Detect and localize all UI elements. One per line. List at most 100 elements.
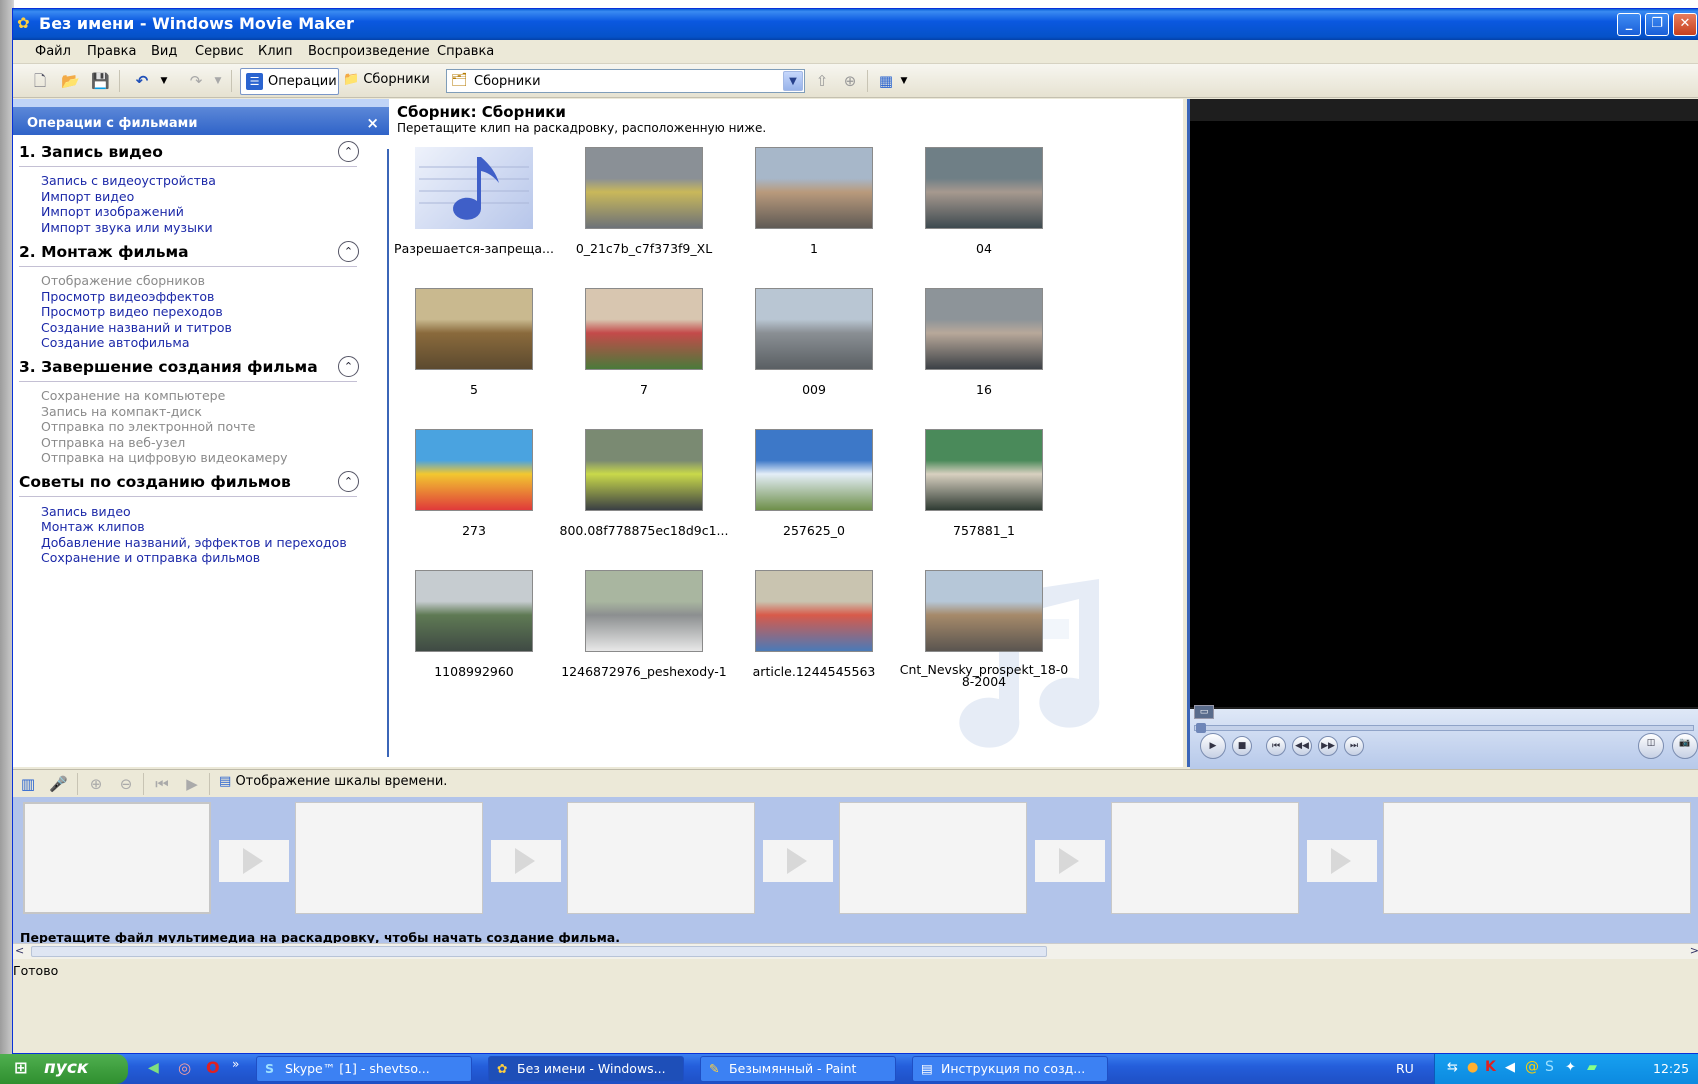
tray-app-icon[interactable]: ✦ bbox=[1565, 1060, 1576, 1075]
tray-cloud-icon[interactable]: ● bbox=[1467, 1060, 1478, 1075]
clip-thumbnail[interactable] bbox=[585, 570, 703, 652]
transition-slot[interactable] bbox=[491, 840, 561, 882]
menu-view[interactable]: Вид bbox=[151, 44, 177, 59]
storyboard-slot[interactable] bbox=[1383, 802, 1691, 914]
clip-thumbnail[interactable] bbox=[415, 429, 533, 511]
close-button[interactable]: ✕ bbox=[1673, 13, 1697, 36]
tray-skype-icon[interactable]: S bbox=[1545, 1059, 1554, 1075]
minimize-button[interactable]: _ bbox=[1617, 13, 1641, 36]
language-indicator[interactable]: RU bbox=[1396, 1061, 1414, 1076]
tray-kaspersky-icon[interactable]: K bbox=[1485, 1059, 1496, 1075]
storyboard-slot[interactable] bbox=[839, 802, 1027, 914]
narrate-icon[interactable]: 🎤 bbox=[49, 775, 68, 793]
audio-clip-thumbnail[interactable] bbox=[415, 147, 533, 229]
start-button[interactable]: ⊞ пуск bbox=[0, 1054, 128, 1084]
tray-battery-icon[interactable]: ▰ bbox=[1587, 1060, 1597, 1075]
link-capture-from-device[interactable]: Запись с видеоустройства bbox=[41, 173, 216, 188]
taskbar-movie-maker[interactable]: ✿ Без имени - Windows... bbox=[488, 1056, 684, 1082]
link-make-titles[interactable]: Создание названий и титров bbox=[41, 320, 232, 335]
views-dropdown-icon[interactable]: ▼ bbox=[895, 72, 913, 90]
clip-thumbnail[interactable] bbox=[585, 147, 703, 229]
tray-volume-icon[interactable]: ◀ bbox=[1505, 1060, 1515, 1075]
link-view-transitions[interactable]: Просмотр видео переходов bbox=[41, 304, 223, 319]
clip-thumbnail[interactable] bbox=[925, 429, 1043, 511]
forward-icon[interactable]: ▶▶ bbox=[1318, 736, 1338, 756]
split-clip-icon[interactable]: ◫ bbox=[1638, 733, 1664, 759]
clip-thumbnail[interactable] bbox=[925, 288, 1043, 370]
restore-button[interactable]: ❐ bbox=[1645, 13, 1669, 36]
transition-slot[interactable] bbox=[1307, 840, 1377, 882]
clip-thumbnail[interactable] bbox=[755, 570, 873, 652]
set-audio-levels-icon[interactable]: ▥ bbox=[19, 775, 37, 793]
undo-icon[interactable]: ↶ bbox=[133, 72, 151, 90]
link-tip-save-send[interactable]: Сохранение и отправка фильмов bbox=[41, 550, 260, 565]
collapse-icon[interactable]: ⌃ bbox=[338, 241, 359, 262]
new-project-icon[interactable]: 🗋 bbox=[31, 72, 49, 90]
tray-network-icon[interactable]: ⇆ bbox=[1447, 1060, 1458, 1075]
clip-thumbnail[interactable] bbox=[925, 147, 1043, 229]
link-tip-add-titles[interactable]: Добавление названий, эффектов и переходо… bbox=[41, 535, 347, 550]
menu-file[interactable]: Файл bbox=[35, 44, 71, 59]
rewind-storyboard-icon[interactable]: ⏮ bbox=[153, 775, 171, 793]
take-picture-icon[interactable]: 📷 bbox=[1672, 733, 1698, 759]
storyboard-slot[interactable] bbox=[567, 802, 755, 914]
section-movie-tips[interactable]: Советы по созданию фильмов ⌃ bbox=[19, 471, 359, 497]
clip-thumbnail[interactable] bbox=[755, 147, 873, 229]
quicklaunch-more-icon[interactable]: » bbox=[232, 1057, 239, 1071]
collection-up-icon[interactable]: ⇧ bbox=[813, 72, 831, 90]
menu-tools[interactable]: Сервис bbox=[195, 44, 244, 59]
next-frame-icon[interactable]: ⏭ bbox=[1344, 736, 1364, 756]
stop-icon[interactable]: ■ bbox=[1232, 736, 1252, 756]
views-icon[interactable]: ▦ bbox=[877, 72, 895, 90]
operations-button[interactable]: ☰ Операции bbox=[240, 68, 339, 95]
section-finish-movie[interactable]: 3. Завершение создания фильма ⌃ bbox=[19, 356, 359, 382]
close-pane-icon[interactable]: × bbox=[366, 114, 379, 132]
clip-thumbnail[interactable] bbox=[925, 570, 1043, 652]
new-collection-icon[interactable]: ⊕ bbox=[841, 72, 859, 90]
storyboard-slot[interactable] bbox=[23, 802, 211, 914]
taskbar-word[interactable]: ▤ Инструкция по созд... bbox=[912, 1056, 1108, 1082]
quicklaunch-opera-icon[interactable]: O bbox=[206, 1058, 220, 1077]
title-bar[interactable]: ✿ Без имени - Windows Movie Maker _ ❐ ✕ bbox=[13, 9, 1698, 40]
taskbar-paint[interactable]: ✎ Безымянный - Paint bbox=[700, 1056, 896, 1082]
clip-thumbnail[interactable] bbox=[585, 429, 703, 511]
storyboard-scrollbar[interactable]: < > bbox=[13, 943, 1698, 959]
storyboard-slot[interactable] bbox=[1111, 802, 1299, 914]
clip-thumbnail[interactable] bbox=[585, 288, 703, 370]
clip-thumbnail[interactable] bbox=[755, 429, 873, 511]
previous-frame-icon[interactable]: ⏮ bbox=[1266, 736, 1286, 756]
link-make-automovie[interactable]: Создание автофильма bbox=[41, 335, 190, 350]
menu-playback[interactable]: Воспроизведение bbox=[308, 44, 430, 59]
transition-slot[interactable] bbox=[1035, 840, 1105, 882]
zoom-in-icon[interactable]: ⊕ bbox=[87, 775, 105, 793]
section-capture-video[interactable]: 1. Запись видео ⌃ bbox=[19, 141, 359, 167]
clip-thumbnail[interactable] bbox=[415, 570, 533, 652]
collection-select[interactable]: 🗂 Сборники ▼ bbox=[446, 69, 805, 93]
link-import-video[interactable]: Импорт видео bbox=[41, 189, 134, 204]
quicklaunch-utorrent-icon[interactable]: ◀ bbox=[148, 1060, 159, 1076]
link-tip-capture-video[interactable]: Запись видео bbox=[41, 504, 131, 519]
rewind-icon[interactable]: ◀◀ bbox=[1292, 736, 1312, 756]
chevron-down-icon[interactable]: ▼ bbox=[783, 71, 803, 91]
split-screen-icon[interactable]: ▭ bbox=[1194, 705, 1214, 719]
taskbar-skype[interactable]: S Skype™ [1] - shevtso... bbox=[256, 1056, 472, 1082]
play-icon[interactable]: ▶ bbox=[1200, 733, 1226, 759]
transition-slot[interactable] bbox=[763, 840, 833, 882]
collapse-icon[interactable]: ⌃ bbox=[338, 141, 359, 162]
clip-thumbnail[interactable] bbox=[415, 288, 533, 370]
link-import-pictures[interactable]: Импорт изображений bbox=[41, 204, 184, 219]
menu-edit[interactable]: Правка bbox=[87, 44, 136, 59]
seek-thumb[interactable] bbox=[1196, 723, 1206, 733]
collections-button[interactable]: 📁 Сборники bbox=[343, 72, 430, 87]
seek-bar[interactable] bbox=[1194, 725, 1694, 731]
redo-icon[interactable]: ↷ bbox=[187, 72, 205, 90]
collapse-icon[interactable]: ⌃ bbox=[338, 356, 359, 377]
transition-slot[interactable] bbox=[219, 840, 289, 882]
scroll-right-icon[interactable]: > bbox=[1690, 944, 1698, 957]
section-edit-movie[interactable]: 2. Монтаж фильма ⌃ bbox=[19, 241, 359, 267]
redo-dropdown-icon[interactable]: ▼ bbox=[209, 72, 227, 90]
scroll-thumb[interactable] bbox=[31, 946, 1047, 957]
undo-dropdown-icon[interactable]: ▼ bbox=[155, 72, 173, 90]
link-view-video-effects[interactable]: Просмотр видеоэффектов bbox=[41, 289, 214, 304]
play-storyboard-icon[interactable]: ▶ bbox=[183, 775, 201, 793]
